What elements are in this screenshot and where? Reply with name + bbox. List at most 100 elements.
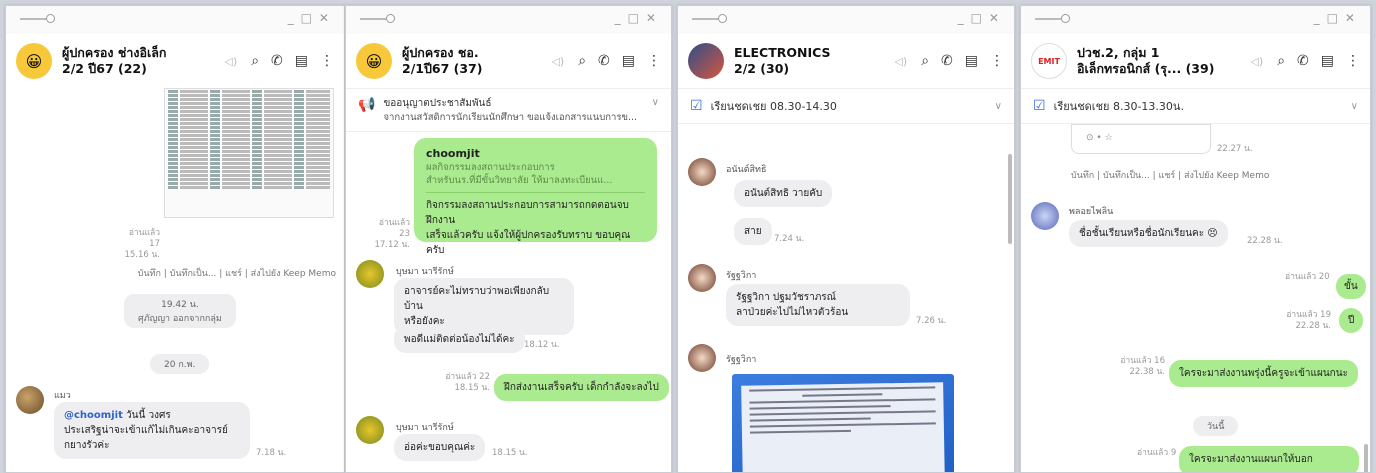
sender-name: แมว: [54, 391, 71, 401]
pin-icon[interactable]: [20, 14, 55, 23]
phone-icon[interactable]: ✆: [598, 53, 610, 69]
chat-title: ELECTRONICS 2/2 (30): [734, 45, 831, 76]
chat-title: ปวช.2, กลุ่ม 1 อิเล็กทรอนิกส์ (รุ... (39): [1077, 45, 1215, 76]
chat-header: ELECTRONICS 2/2 (30) ◁) ⌕ ✆ ▤ ⋮: [678, 34, 1014, 88]
chat-window-4: _□✕ EMIT ปวช.2, กลุ่ม 1 อิเล็กทรอนิกส์ (ร…: [1020, 5, 1371, 473]
sender-avatar: [356, 260, 384, 288]
phone-icon[interactable]: ✆: [941, 53, 953, 69]
announcement-bar[interactable]: 📢 ขออนุญาตประชาสัมพันธ์ จากงานสวัสดิการนั…: [346, 88, 671, 132]
message-bubble[interactable]: พอดีแม่ติดต่อน้องไม่ได้คะ: [394, 326, 525, 353]
search-icon[interactable]: ⌕: [251, 53, 259, 69]
message-area: อ่านแล้ว 17 15.16 น. บันทึก | บันทึกเป็น.…: [6, 88, 344, 472]
message-bubble[interactable]: ใครจะมาส่งงานพรุ่งนี้ครูจะเข้าแผนกนะ: [1169, 360, 1358, 387]
phone-icon[interactable]: ✆: [1297, 53, 1309, 69]
speaker-icon[interactable]: ◁): [224, 55, 237, 68]
phone-icon[interactable]: ✆: [271, 53, 283, 69]
chat-window-3: _□✕ ELECTRONICS 2/2 (30) ◁) ⌕ ✆ ▤ ⋮ ☑ เรียนช…: [677, 5, 1015, 473]
card-preview[interactable]: ⊙ • ☆: [1071, 124, 1211, 154]
search-icon[interactable]: ⌕: [921, 53, 929, 69]
message-bubble[interactable]: รัฐฐวิกา ปฐมวัชราภรณ์ ลาป่วยค่ะไปไม่ไหวตั…: [726, 284, 910, 326]
window-controls[interactable]: _□✕: [615, 11, 663, 25]
read-receipt: อ่านแล้ว 23 17.12 น.: [374, 218, 410, 250]
chat-header: 😀 ผู้ปกครอง ช่างอิเล็ก 2/2 ปี67 (22) ◁) ⌕…: [6, 34, 344, 88]
speaker-icon[interactable]: ◁): [894, 55, 907, 68]
group-avatar: [688, 43, 724, 79]
more-icon[interactable]: ⋮: [647, 53, 661, 69]
message-bubble[interactable]: สาย: [734, 218, 772, 245]
chat-header: EMIT ปวช.2, กลุ่ม 1 อิเล็กทรอนิกส์ (รุ...…: [1021, 34, 1370, 88]
sender-name: รัฐฐวิกา: [726, 271, 757, 281]
message-area: ⊙ • ☆ 22.27 น. บันทึก | บันทึกเป็น... | …: [1021, 124, 1370, 472]
event-text: เรียนชดเชย 8.30-13.30น.: [1053, 100, 1184, 113]
message-time: 7.18 น.: [256, 448, 287, 458]
group-avatar: EMIT: [1031, 43, 1067, 79]
title-bar: _□✕: [678, 6, 1014, 34]
event-bar[interactable]: ☑ เรียนชดเชย 08.30-14.30 ∨: [678, 88, 1014, 124]
megaphone-icon: 📢: [358, 97, 376, 113]
sender-name: บุษมา นารีรักษ์: [396, 267, 454, 277]
more-icon[interactable]: ⋮: [1346, 53, 1360, 69]
sender-avatar: [688, 264, 716, 292]
date-separator: วันนี้: [1193, 416, 1239, 436]
photo-attachment[interactable]: [732, 374, 954, 472]
event-text: เรียนชดเชย 08.30-14.30: [710, 100, 837, 113]
sender-avatar: [688, 344, 716, 372]
message-bubble[interactable]: ใครจะมาส่งงานแผนกให้บอก: [1179, 446, 1359, 472]
pin-icon[interactable]: [1035, 14, 1070, 23]
message-text: กิจกรรมลงสถานประกอบการสามารถกดตอนจบฝึกงา…: [426, 200, 629, 226]
document-image[interactable]: [164, 88, 334, 218]
message-bubble[interactable]: ปี: [1339, 308, 1364, 333]
announcement-text: จากงานสวัสดิการนักเรียนนักศึกษา ขอแจ้งเอ…: [383, 112, 638, 123]
quoted-text: สำหรับนร.ที่มีขั้นวิทยาลัย ให้มาลงทะเบีย…: [426, 174, 645, 193]
sender-name: อนันต์สิทธิ: [726, 165, 767, 175]
message-bubble[interactable]: ขั้น: [1336, 274, 1366, 299]
read-receipt: อ่านแล้ว 17 15.16 น.: [124, 228, 160, 260]
title-bar: _□✕: [6, 6, 344, 34]
message-bubble[interactable]: ชื่อชั้นเรียนหรือชื่อนักเรียนคะ 😣: [1069, 220, 1228, 247]
notes-icon[interactable]: ▤: [965, 53, 978, 69]
read-receipt: อ่านแล้ว 16 22.38 น.: [1120, 356, 1165, 377]
chevron-down-icon[interactable]: ∨: [995, 101, 1002, 112]
memo-actions[interactable]: บันทึก | บันทึกเป็น... | แชร์ | ส่งไปยัง…: [138, 266, 336, 280]
message-area: อนันต์สิทธิ อนันต์สิทธิ วายคับ สาย 7.24 …: [678, 124, 1014, 472]
sender-name: พลอยไพลิน: [1069, 207, 1114, 217]
notes-icon[interactable]: ▤: [295, 53, 308, 69]
speaker-icon[interactable]: ◁): [551, 55, 564, 68]
title-bar: _□✕: [346, 6, 671, 34]
pin-icon[interactable]: [692, 14, 727, 23]
event-bar[interactable]: ☑ เรียนชดเชย 8.30-13.30น. ∨: [1021, 88, 1370, 124]
window-controls[interactable]: _□✕: [288, 11, 336, 25]
pin-icon[interactable]: [360, 14, 395, 23]
message-bubble[interactable]: @choomjit วันนี้ วงศร ประเสริฐน่าจะเข้าแ…: [54, 402, 250, 459]
reply-bubble[interactable]: choomjit ผลกิจกรรมลงสถานประกอบการ สำหรับ…: [414, 138, 657, 256]
message-time: 7.26 น.: [916, 316, 947, 326]
window-controls[interactable]: _□✕: [958, 11, 1006, 25]
message-time: 7.24 น.: [774, 234, 805, 244]
sender-avatar: [16, 386, 44, 414]
notes-icon[interactable]: ▤: [622, 53, 635, 69]
system-notice: 19.42 น. ศุภัญญา ออกจากกลุ่ม: [124, 294, 236, 328]
quoted-sender: choomjit: [426, 147, 480, 160]
memo-actions[interactable]: บันทึก | บันทึกเป็น... | แชร์ | ส่งไปยัง…: [1071, 168, 1269, 182]
more-icon[interactable]: ⋮: [320, 53, 334, 69]
chat-title: ผู้ปกครอง ชอ. 2/1ปี67 (37): [402, 45, 483, 76]
scrollbar[interactable]: [1008, 154, 1012, 244]
message-time: 22.27 น.: [1217, 144, 1253, 154]
message-bubble[interactable]: อ่อค่ะขอบคุณค่ะ: [394, 434, 486, 461]
window-controls[interactable]: _□✕: [1314, 11, 1362, 25]
notes-icon[interactable]: ▤: [1321, 53, 1334, 69]
chat-window-2: _□✕ 😀 ผู้ปกครอง ชอ. 2/1ปี67 (37) ◁) ⌕ ✆ ▤ ⋮ …: [345, 5, 672, 473]
chevron-down-icon[interactable]: ∨: [652, 97, 659, 108]
calendar-icon: ☑: [690, 98, 703, 114]
scrollbar[interactable]: [1364, 444, 1368, 472]
sender-name: รัฐฐวิกา: [726, 355, 757, 365]
more-icon[interactable]: ⋮: [990, 53, 1004, 69]
title-bar: _□✕: [1021, 6, 1370, 34]
chat-title: ผู้ปกครอง ช่างอิเล็ก 2/2 ปี67 (22): [62, 45, 167, 76]
search-icon[interactable]: ⌕: [1277, 53, 1285, 69]
speaker-icon[interactable]: ◁): [1250, 55, 1263, 68]
search-icon[interactable]: ⌕: [578, 53, 586, 69]
message-bubble[interactable]: ฝึกส่งงานเสร็จครับ เด็กกำลังจะลงไป: [494, 374, 669, 401]
message-bubble[interactable]: อนันต์สิทธิ วายคับ: [734, 180, 833, 207]
chevron-down-icon[interactable]: ∨: [1351, 101, 1358, 112]
